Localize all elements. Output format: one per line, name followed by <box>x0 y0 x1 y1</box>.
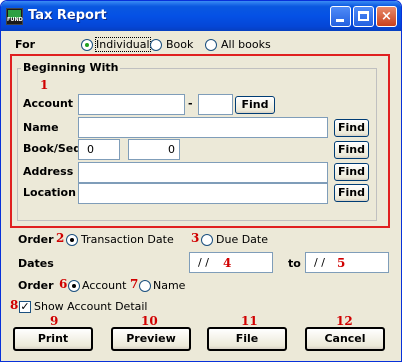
marker-8: 8 <box>10 298 19 312</box>
order-name-radio[interactable] <box>139 280 151 292</box>
marker-11: 11 <box>241 314 258 328</box>
file-button[interactable]: File <box>207 327 287 351</box>
order-transaction-date-label[interactable]: Transaction Date <box>81 233 174 246</box>
marker-1: 1 <box>40 78 49 92</box>
order-label: Order <box>18 233 54 246</box>
order-account-label[interactable]: Account <box>82 279 126 292</box>
marker-4: 4 <box>223 256 232 270</box>
print-button[interactable]: Print <box>13 327 93 351</box>
book-input[interactable]: 0 <box>78 139 120 160</box>
close-button[interactable]: × <box>376 6 397 27</box>
show-account-detail-label[interactable]: Show Account Detail <box>34 300 148 313</box>
order-due-date-label[interactable]: Due Date <box>216 233 268 246</box>
beginning-with-caption: Beginning With <box>21 61 121 74</box>
marker-5: 5 <box>337 256 346 270</box>
order-account-radio[interactable] <box>68 280 80 292</box>
location-label: Location <box>23 186 76 199</box>
order-due-date-radio[interactable] <box>201 234 213 246</box>
location-input[interactable] <box>78 183 328 204</box>
for-individual-label[interactable]: Individual <box>95 37 151 52</box>
for-individual-radio[interactable] <box>81 39 93 51</box>
name-label: Name <box>23 121 59 134</box>
book-seq-label: Book/Seq <box>23 142 82 155</box>
marker-6: 6 <box>59 277 68 291</box>
for-all-books-radio[interactable] <box>205 39 217 51</box>
marker-10: 10 <box>141 314 158 328</box>
dates-to-label: to <box>288 257 301 270</box>
dates-label: Dates <box>18 257 54 270</box>
marker-12: 12 <box>336 314 353 328</box>
order-name-label[interactable]: Name <box>153 279 185 292</box>
seq-input[interactable]: 0 <box>128 139 180 160</box>
minimize-icon <box>336 19 344 22</box>
tax-report-window: FUND Tax Report × For Individual Book Al… <box>0 0 402 362</box>
title-bar[interactable]: FUND Tax Report × <box>1 1 401 31</box>
book-seq-find-button[interactable]: Find <box>334 141 369 159</box>
maximize-icon <box>358 11 369 21</box>
account-dash: - <box>188 97 193 110</box>
show-account-detail-checkbox[interactable]: ✓ <box>19 301 31 313</box>
window-title: Tax Report <box>28 8 107 23</box>
preview-button[interactable]: Preview <box>111 327 191 351</box>
cancel-button[interactable]: Cancel <box>305 327 385 351</box>
address-label: Address <box>23 165 74 178</box>
minimize-button[interactable] <box>330 6 351 27</box>
address-find-button[interactable]: Find <box>334 163 369 181</box>
account-label: Account <box>23 97 74 110</box>
name-find-button[interactable]: Find <box>334 119 369 137</box>
marker-2: 2 <box>56 231 65 245</box>
marker-7: 7 <box>130 277 139 291</box>
date-to-input[interactable]: / / <box>305 252 389 273</box>
marker-3: 3 <box>191 231 200 245</box>
for-book-radio[interactable] <box>150 39 162 51</box>
for-label: For <box>15 38 36 51</box>
account-input[interactable] <box>78 94 185 115</box>
maximize-button[interactable] <box>353 6 374 27</box>
close-icon: × <box>381 9 392 24</box>
fund-app-icon: FUND <box>6 8 23 25</box>
for-all-books-label[interactable]: All books <box>221 38 271 51</box>
order-transaction-date-radio[interactable] <box>66 234 78 246</box>
account-suffix-input[interactable] <box>198 94 233 115</box>
location-find-button[interactable]: Find <box>334 184 369 202</box>
address-input[interactable] <box>78 162 328 183</box>
for-book-label[interactable]: Book <box>166 38 193 51</box>
marker-9: 9 <box>50 314 59 328</box>
name-input[interactable] <box>78 117 328 138</box>
account-find-button[interactable]: Find <box>235 96 275 114</box>
order2-label: Order <box>18 279 54 292</box>
